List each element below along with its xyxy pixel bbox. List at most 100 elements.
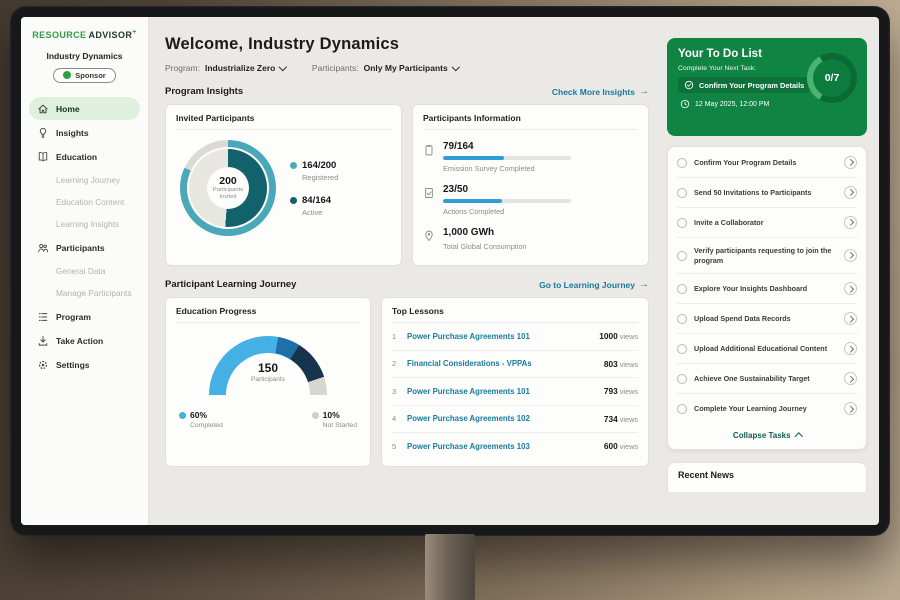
program-select-value: Industrialize Zero bbox=[205, 63, 275, 73]
task-label: Complete Your Learning Journey bbox=[694, 404, 837, 414]
todo-progress-ring: 0/7 bbox=[807, 53, 857, 103]
sponsor-badge-wrap: Sponsor bbox=[21, 66, 148, 84]
lesson-link[interactable]: Power Purchase Agreements 101 bbox=[407, 332, 592, 341]
sponsor-badge[interactable]: Sponsor bbox=[53, 68, 115, 83]
task-chevron[interactable] bbox=[844, 372, 857, 385]
link-label: Go to Learning Journey bbox=[539, 280, 635, 290]
location-pin-icon bbox=[423, 229, 435, 241]
go-to-learning-journey-link[interactable]: Go to Learning Journey → bbox=[539, 279, 649, 290]
sidebar-item-home[interactable]: Home bbox=[29, 97, 140, 120]
task-chevron[interactable] bbox=[844, 186, 857, 199]
task-checkbox[interactable] bbox=[677, 284, 687, 294]
org-name: Industry Dynamics bbox=[21, 51, 148, 61]
chevron-up-icon bbox=[794, 433, 802, 441]
brand-primary: RESOURCE bbox=[32, 30, 86, 40]
task-row[interactable]: Invite a Collaborator bbox=[677, 208, 857, 238]
task-checkbox[interactable] bbox=[677, 188, 687, 198]
task-row[interactable]: Complete Your Learning Journey bbox=[677, 394, 857, 423]
sidebar-item-label: General Data bbox=[56, 266, 105, 276]
task-chevron[interactable] bbox=[844, 312, 857, 325]
task-row[interactable]: Confirm Your Program Details bbox=[677, 148, 857, 178]
download-icon bbox=[37, 335, 49, 347]
sidebar-item-learning-insights[interactable]: Learning Insights bbox=[29, 213, 140, 235]
lightbulb-icon bbox=[37, 127, 49, 139]
page-title: Welcome, Industry Dynamics bbox=[165, 35, 649, 54]
brand-secondary: ADVISOR bbox=[88, 30, 132, 40]
check-more-insights-link[interactable]: Check More Insights → bbox=[552, 86, 649, 97]
gear-icon bbox=[37, 359, 49, 371]
chevron-down-icon bbox=[279, 63, 287, 71]
card-title: Participants Information bbox=[423, 113, 638, 130]
task-checkbox[interactable] bbox=[677, 251, 687, 261]
lesson-link[interactable]: Financial Considerations - VPPAs bbox=[407, 359, 597, 368]
education-progress-card: Education Progress 150 Participants 60 bbox=[165, 297, 371, 467]
donut-center-value: 200 bbox=[219, 175, 237, 187]
sidebar-item-participants[interactable]: Participants bbox=[29, 236, 140, 259]
todo-due-label: 12 May 2025, 12:00 PM bbox=[695, 101, 769, 108]
legend-label: Active bbox=[302, 208, 338, 217]
legend-value: 10% bbox=[323, 410, 340, 420]
lesson-link[interactable]: Power Purchase Agreements 102 bbox=[407, 414, 597, 423]
lesson-views: 734 views bbox=[604, 414, 638, 424]
task-checkbox[interactable] bbox=[677, 404, 687, 414]
task-label: Upload Additional Educational Content bbox=[694, 344, 837, 354]
donut-chart: 200 Participants Invited bbox=[180, 140, 276, 236]
task-checkbox[interactable] bbox=[677, 314, 687, 324]
stat-label: Emission Survey Completed bbox=[443, 164, 571, 173]
sidebar-item-settings[interactable]: Settings bbox=[29, 353, 140, 376]
todo-next-task-label: Confirm Your Program Details bbox=[699, 81, 804, 90]
task-chevron[interactable] bbox=[844, 402, 857, 415]
book-icon bbox=[37, 151, 49, 163]
sidebar-nav: Home Insights Education Learning Journey… bbox=[21, 97, 148, 376]
sidebar-item-manage-participants[interactable]: Manage Participants bbox=[29, 282, 140, 304]
lesson-link[interactable]: Power Purchase Agreements 101 bbox=[407, 387, 597, 396]
task-chevron[interactable] bbox=[844, 156, 857, 169]
sidebar-item-label: Participants bbox=[56, 243, 105, 253]
card-title: Invited Participants bbox=[176, 113, 391, 130]
task-chevron[interactable] bbox=[844, 249, 857, 262]
invited-participants-card: Invited Participants 200 Participants In… bbox=[165, 104, 402, 266]
participants-select[interactable]: Only My Participants bbox=[364, 63, 459, 73]
desk-background: RESOURCEADVISOR+ Industry Dynamics Spons… bbox=[0, 0, 900, 600]
sidebar-item-program[interactable]: Program bbox=[29, 305, 140, 328]
task-checkbox[interactable] bbox=[677, 344, 687, 354]
collapse-tasks-label: Collapse Tasks bbox=[733, 431, 791, 440]
sidebar-item-education-content[interactable]: Education Content bbox=[29, 191, 140, 213]
task-chevron[interactable] bbox=[844, 282, 857, 295]
task-row[interactable]: Explore Your Insights Dashboard bbox=[677, 274, 857, 304]
sidebar-item-label: Insights bbox=[56, 128, 89, 138]
collapse-tasks-button[interactable]: Collapse Tasks bbox=[677, 423, 857, 448]
lesson-link[interactable]: Power Purchase Agreements 103 bbox=[407, 442, 597, 451]
sidebar-item-take-action[interactable]: Take Action bbox=[29, 329, 140, 352]
stat-value: 23/50 bbox=[443, 184, 571, 195]
sidebar-item-learning-journey[interactable]: Learning Journey bbox=[29, 169, 140, 191]
task-label: Verify participants requesting to join t… bbox=[694, 246, 837, 265]
todo-panel: Your To Do List Complete Your Next Task:… bbox=[661, 17, 879, 525]
chevron-right-icon bbox=[847, 253, 853, 259]
program-select[interactable]: Industrialize Zero bbox=[205, 63, 286, 73]
task-chevron[interactable] bbox=[844, 216, 857, 229]
task-row[interactable]: Verify participants requesting to join t… bbox=[677, 238, 857, 274]
home-icon bbox=[37, 103, 49, 115]
chevron-right-icon bbox=[847, 159, 853, 165]
legend-item-active: 84/164 Active bbox=[290, 195, 338, 217]
todo-next-task[interactable]: Confirm Your Program Details bbox=[678, 77, 810, 93]
progress-fill bbox=[443, 199, 502, 203]
sidebar-item-label: Take Action bbox=[56, 336, 103, 346]
task-row[interactable]: Upload Spend Data Records bbox=[677, 304, 857, 334]
chevron-right-icon bbox=[847, 219, 853, 225]
legend-value: 164/200 bbox=[302, 160, 336, 171]
sidebar-item-insights[interactable]: Insights bbox=[29, 121, 140, 144]
gauge-center: 150 Participants bbox=[209, 361, 327, 383]
task-row[interactable]: Upload Additional Educational Content bbox=[677, 334, 857, 364]
task-row[interactable]: Send 50 Invitations to Participants bbox=[677, 178, 857, 208]
sidebar-item-education[interactable]: Education bbox=[29, 145, 140, 168]
sidebar-item-general-data[interactable]: General Data bbox=[29, 260, 140, 282]
task-row[interactable]: Achieve One Sustainability Target bbox=[677, 364, 857, 394]
chevron-right-icon bbox=[847, 189, 853, 195]
task-checkbox[interactable] bbox=[677, 218, 687, 228]
task-checkbox[interactable] bbox=[677, 158, 687, 168]
lesson-views: 1000 views bbox=[599, 331, 638, 341]
task-checkbox[interactable] bbox=[677, 374, 687, 384]
task-chevron[interactable] bbox=[844, 342, 857, 355]
